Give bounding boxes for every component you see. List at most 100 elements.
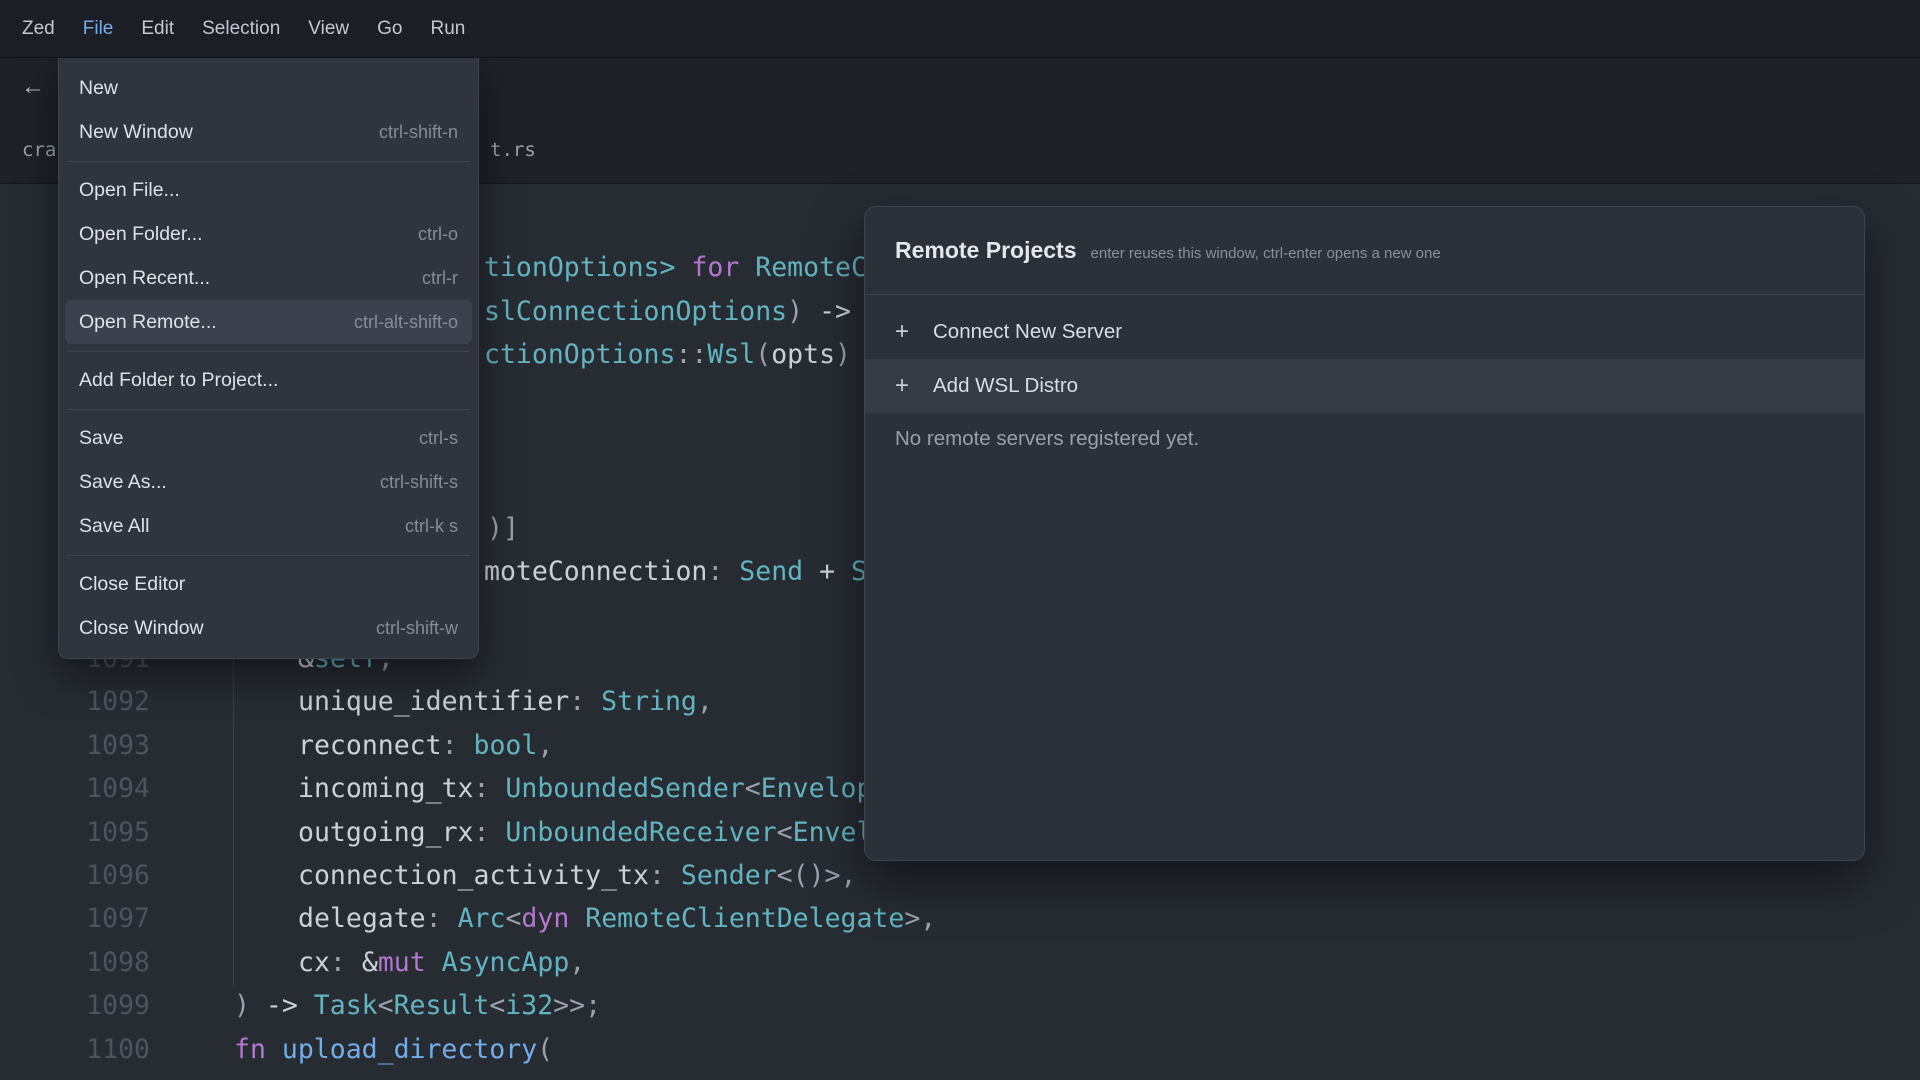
menubar-item-go[interactable]: Go (363, 18, 416, 40)
code-token: UnboundedSender (505, 773, 744, 804)
menu-separator (67, 351, 470, 352)
line-number: 1097 (0, 897, 150, 940)
remote-modal-item-label: Add WSL Distro (933, 374, 1078, 398)
menu-item-save[interactable]: Savectrl-s (65, 416, 472, 460)
plus-icon: + (895, 318, 917, 346)
code-token: )] (487, 513, 519, 544)
remote-modal-item-connect-new-server[interactable]: +Connect New Server (865, 305, 1864, 359)
menu-item-new-window[interactable]: New Window ctrl-shift-n (65, 110, 472, 154)
code-token: delegate (298, 903, 426, 934)
code-token: : (442, 730, 474, 761)
code-token: connection_activity_tx (298, 860, 649, 891)
code-token: : (569, 686, 601, 717)
code-token: -> (250, 990, 314, 1021)
menubar-item-zed[interactable]: Zed (8, 18, 69, 40)
code-token: : (474, 773, 506, 804)
code-token: incoming_tx (298, 773, 474, 804)
code-token: , (569, 947, 585, 978)
code-line[interactable]: incoming_tx: UnboundedSender<Envelope>, (298, 767, 920, 810)
code-token: <()>, (777, 860, 857, 891)
code-line[interactable]: delegate: Arc<dyn RemoteClientDelegate>, (298, 897, 936, 940)
code-token: Wsl (707, 339, 755, 370)
menu-item-label: Open File... (79, 179, 180, 202)
menubar-item-view[interactable]: View (294, 18, 363, 40)
menu-item-shortcut: ctrl-k s (405, 516, 458, 537)
line-number: 1094 (0, 767, 150, 810)
remote-modal-empty-text: No remote servers registered yet. (865, 427, 1864, 451)
code-token: >>; (553, 990, 601, 1021)
menubar-item-file[interactable]: File (69, 18, 128, 40)
code-token: slConnectionOptions (484, 296, 787, 327)
code-line[interactable]: ) -> Task<Result<i32>>; (234, 984, 601, 1027)
code-token: fn (234, 1034, 266, 1065)
code-token: < (378, 990, 394, 1021)
code-token: >, (904, 903, 936, 934)
code-line[interactable]: unique_identifier: String, (298, 680, 713, 723)
code-token (739, 252, 755, 283)
remote-modal-hint: enter reuses this window, ctrl-enter ope… (1091, 240, 1441, 262)
code-token: unique_identifier (298, 686, 569, 717)
back-arrow-icon: ← (21, 73, 45, 101)
code-token: ctionOptions (484, 339, 675, 370)
code-token: mut (378, 947, 426, 978)
menu-item-close-editor[interactable]: Close Editor (65, 562, 472, 606)
menu-item-label: New (79, 77, 118, 100)
menu-item-save-as[interactable]: Save As...ctrl-shift-s (65, 460, 472, 504)
code-token (266, 1034, 282, 1065)
menu-item-label: Close Window (79, 617, 204, 640)
back-button[interactable]: ← (16, 70, 50, 104)
menu-item-add-folder-to-project[interactable]: Add Folder to Project... (65, 358, 472, 402)
menu-item-shortcut: ctrl-alt-shift-o (354, 312, 458, 333)
line-number: 1100 (0, 1028, 150, 1071)
menu-item-new[interactable]: New (65, 66, 472, 110)
code-token: -> (803, 296, 851, 327)
code-token: moteConnection (484, 556, 707, 587)
code-line[interactable]: moteConnection: Send + Sync (484, 550, 915, 593)
menubar-item-selection[interactable]: Selection (188, 18, 294, 40)
remote-modal-item-add-wsl-distro[interactable]: + Add WSL Distro (865, 359, 1864, 413)
code-token: cx (298, 947, 330, 978)
menubar-item-run[interactable]: Run (417, 18, 480, 40)
code-token: ) (787, 296, 803, 327)
code-token: ( (755, 339, 771, 370)
menu-item-label: Open Recent... (79, 267, 210, 290)
menu-item-open-remote[interactable]: Open Remote...ctrl-alt-shift-o (65, 300, 472, 344)
code-token: bool (474, 730, 538, 761)
menu-item-close-window[interactable]: Close Windowctrl-shift-w (65, 606, 472, 650)
menu-item-open-recent[interactable]: Open Recent...ctrl-r (65, 256, 472, 300)
code-line[interactable]: slConnectionOptions) -> (484, 290, 851, 333)
code-line[interactable]: reconnect: bool, (298, 724, 553, 767)
code-token: reconnect (298, 730, 442, 761)
menu-item-shortcut: ctrl-shift-n (379, 122, 458, 143)
code-line[interactable]: outgoing_rx: UnboundedReceiver<Envelope>… (298, 811, 952, 854)
menu-item-shortcut: ctrl-shift-s (380, 472, 458, 493)
code-token: String (601, 686, 697, 717)
menu-item-open-file[interactable]: Open File... (65, 168, 472, 212)
menu-item-save-all[interactable]: Save All ctrl-k s (65, 504, 472, 548)
code-token: ) (234, 990, 250, 1021)
line-number: 1092 (0, 680, 150, 723)
code-line[interactable]: fn upload_directory( (234, 1028, 553, 1071)
code-token: ( (537, 1034, 553, 1065)
code-token: < (745, 773, 761, 804)
code-line[interactable]: connection_activity_tx: Sender<()>, (298, 854, 856, 897)
menu-item-open-folder[interactable]: Open Folder...ctrl-o (65, 212, 472, 256)
menubar-item-edit[interactable]: Edit (127, 18, 188, 40)
code-token: tionOptions> (484, 252, 675, 283)
menu-item-label: Save All (79, 515, 149, 538)
code-line[interactable]: )] (487, 507, 519, 550)
remote-modal-header: Remote Projects enter reuses this window… (865, 207, 1864, 295)
code-token: UnboundedReceiver (505, 817, 776, 848)
menu-item-label: Save (79, 427, 123, 450)
code-line[interactable]: cx: &mut AsyncApp, (298, 941, 585, 984)
code-token: upload_directory (282, 1034, 537, 1065)
plus-icon: + (895, 372, 917, 400)
line-number: 1099 (0, 984, 150, 1027)
menu-item-label: Open Folder... (79, 223, 203, 246)
code-line[interactable]: ctionOptions::Wsl(opts) (484, 333, 851, 376)
remote-projects-modal: Remote Projects enter reuses this window… (864, 206, 1865, 861)
code-token: , (697, 686, 713, 717)
menu-item-label: New Window (79, 121, 193, 144)
menu-separator (67, 161, 470, 162)
line-number: 1098 (0, 941, 150, 984)
